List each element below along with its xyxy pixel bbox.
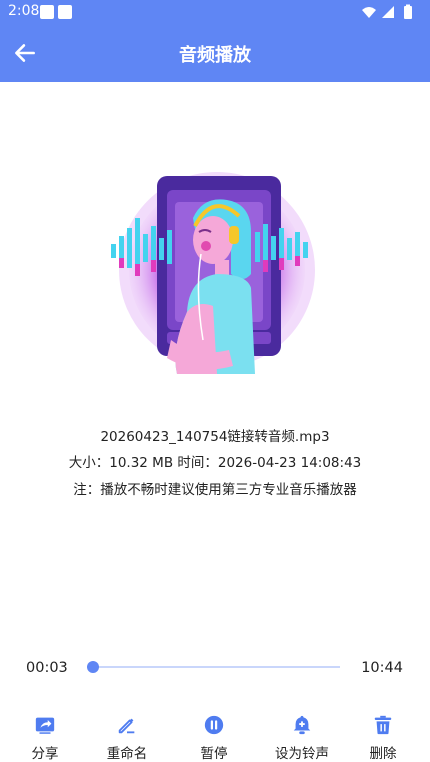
- lock-notification-icon: [58, 5, 72, 19]
- pause-icon: [204, 715, 224, 735]
- bell-plus-icon: [293, 715, 311, 735]
- share-icon: [35, 717, 55, 734]
- edit-icon: [118, 718, 135, 734]
- seek-thumb[interactable]: [87, 661, 100, 673]
- file-name: 20260423_140754链接转音频.mp3: [100, 429, 330, 445]
- file-size-time: 大小：10.32 MB 时间：2026-04-23 14:08:43: [68, 455, 362, 471]
- share-label: 分享: [31, 746, 59, 762]
- wifi-icon: [362, 7, 376, 18]
- trash-icon: [374, 715, 392, 735]
- share-button[interactable]: 分享: [5, 714, 85, 762]
- set-ringtone-label: 设为铃声: [275, 746, 329, 762]
- page-title: 音频播放: [179, 45, 251, 66]
- pause-button[interactable]: 暂停: [174, 714, 254, 762]
- notification-icon: [40, 5, 54, 19]
- player-note: 注：播放不畅时建议使用第三方专业音乐播放器: [73, 482, 357, 498]
- music-girl-illustration: [111, 172, 315, 374]
- rename-label: 重命名: [106, 746, 148, 762]
- total-duration: 10:44: [361, 660, 403, 676]
- pause-label: 暂停: [200, 746, 228, 762]
- rename-button[interactable]: 重命名: [87, 714, 167, 762]
- app-bar: 音频播放: [0, 26, 430, 82]
- signal-icon: [382, 6, 394, 18]
- delete-button[interactable]: 删除: [343, 714, 423, 762]
- status-time: 2:08: [8, 3, 40, 19]
- status-bar: 2:08: [0, 0, 430, 26]
- delete-label: 删除: [369, 746, 397, 762]
- action-bar: 分享 重命名 暂停 设为铃声 删除: [0, 714, 430, 762]
- status-icons: [362, 4, 412, 19]
- battery-icon: [404, 6, 412, 19]
- current-position: 00:03: [26, 660, 68, 676]
- seek-bar[interactable]: [87, 661, 340, 673]
- set-ringtone-button[interactable]: 设为铃声: [262, 714, 342, 762]
